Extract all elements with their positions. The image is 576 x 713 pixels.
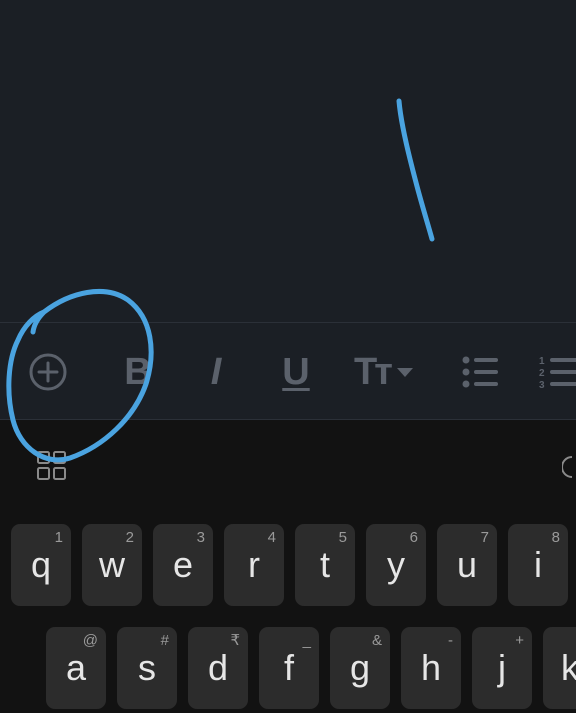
key-hint: 4	[267, 529, 276, 546]
screen: B I U Tт 1 2 3 1 q 2 w 3 e 4 r 5 t 6 y 7…	[0, 0, 576, 713]
key-hint: 3	[196, 529, 205, 546]
key-j[interactable]: + j	[472, 627, 532, 709]
key-g[interactable]: & g	[330, 627, 390, 709]
key-hint: -	[448, 632, 453, 649]
text-size-button[interactable]: Tт	[354, 347, 426, 397]
key-hint: 5	[338, 529, 347, 546]
note-editor[interactable]	[0, 0, 576, 322]
key-r[interactable]: 4 r	[224, 524, 284, 606]
key-label: g	[349, 647, 371, 688]
italic-icon: I	[210, 351, 222, 393]
insert-button[interactable]	[22, 347, 74, 397]
key-label: s	[138, 647, 156, 688]
key-hint: +	[515, 632, 524, 649]
text-size-icon: Tт	[354, 351, 393, 393]
key-w[interactable]: 2 w	[82, 524, 142, 606]
key-hint: #	[160, 632, 169, 649]
key-u[interactable]: 7 u	[437, 524, 497, 606]
numbered-list-icon: 1 2 3	[539, 356, 576, 390]
bulleted-list-icon	[462, 356, 498, 388]
key-label: w	[99, 544, 125, 585]
key-k[interactable]: k	[543, 627, 576, 709]
key-d[interactable]: ₹ d	[188, 627, 248, 709]
key-s[interactable]: # s	[117, 627, 177, 709]
key-hint: 8	[551, 529, 560, 546]
key-label: j	[498, 647, 506, 688]
key-label: f	[283, 647, 294, 688]
svg-text:1: 1	[539, 356, 545, 367]
formatting-toolbar: B I U Tт 1 2 3	[0, 322, 576, 420]
svg-text:2: 2	[539, 368, 545, 379]
key-hint: _	[302, 632, 311, 649]
italic-button[interactable]: I	[196, 347, 236, 397]
key-hint: 6	[409, 529, 418, 546]
key-hint: &	[371, 632, 382, 649]
key-hint: @	[82, 632, 98, 649]
key-a[interactable]: @ a	[46, 627, 106, 709]
key-f[interactable]: _ f	[259, 627, 319, 709]
key-hint: 1	[54, 529, 63, 546]
key-label: d	[207, 647, 229, 688]
underline-button[interactable]: U	[276, 347, 316, 397]
key-label: i	[534, 544, 542, 585]
svg-text:3: 3	[539, 380, 545, 390]
key-q[interactable]: 1 q	[11, 524, 71, 606]
key-y[interactable]: 6 y	[366, 524, 426, 606]
key-hint: 2	[125, 529, 134, 546]
numbered-list-button[interactable]: 1 2 3	[536, 347, 576, 397]
key-label: e	[172, 544, 194, 585]
key-hint: ₹	[230, 632, 240, 649]
suggestion-strip-edge	[562, 454, 576, 480]
bold-button[interactable]: B	[118, 347, 158, 397]
apps-grid-button[interactable]	[36, 450, 68, 482]
key-i[interactable]: 8 i	[508, 524, 568, 606]
bulleted-list-button[interactable]	[458, 347, 502, 397]
keyboard: 1 q 2 w 3 e 4 r 5 t 6 y 7 u 8 i @ a # s …	[0, 420, 576, 713]
apps-grid-icon	[37, 451, 66, 480]
key-label: y	[387, 544, 405, 585]
key-label: k	[561, 647, 576, 688]
key-t[interactable]: 5 t	[295, 524, 355, 606]
underline-icon: U	[282, 351, 310, 393]
key-label: q	[30, 544, 52, 585]
chevron-down-icon	[396, 368, 413, 377]
bold-icon: B	[124, 351, 152, 393]
key-hint: 7	[480, 529, 489, 546]
add-circle-icon	[29, 353, 67, 391]
key-label: a	[65, 647, 87, 688]
key-e[interactable]: 3 e	[153, 524, 213, 606]
key-h[interactable]: - h	[401, 627, 461, 709]
key-label: u	[456, 544, 478, 585]
key-label: t	[319, 544, 330, 585]
key-label: h	[420, 647, 442, 688]
key-label: r	[248, 544, 260, 585]
